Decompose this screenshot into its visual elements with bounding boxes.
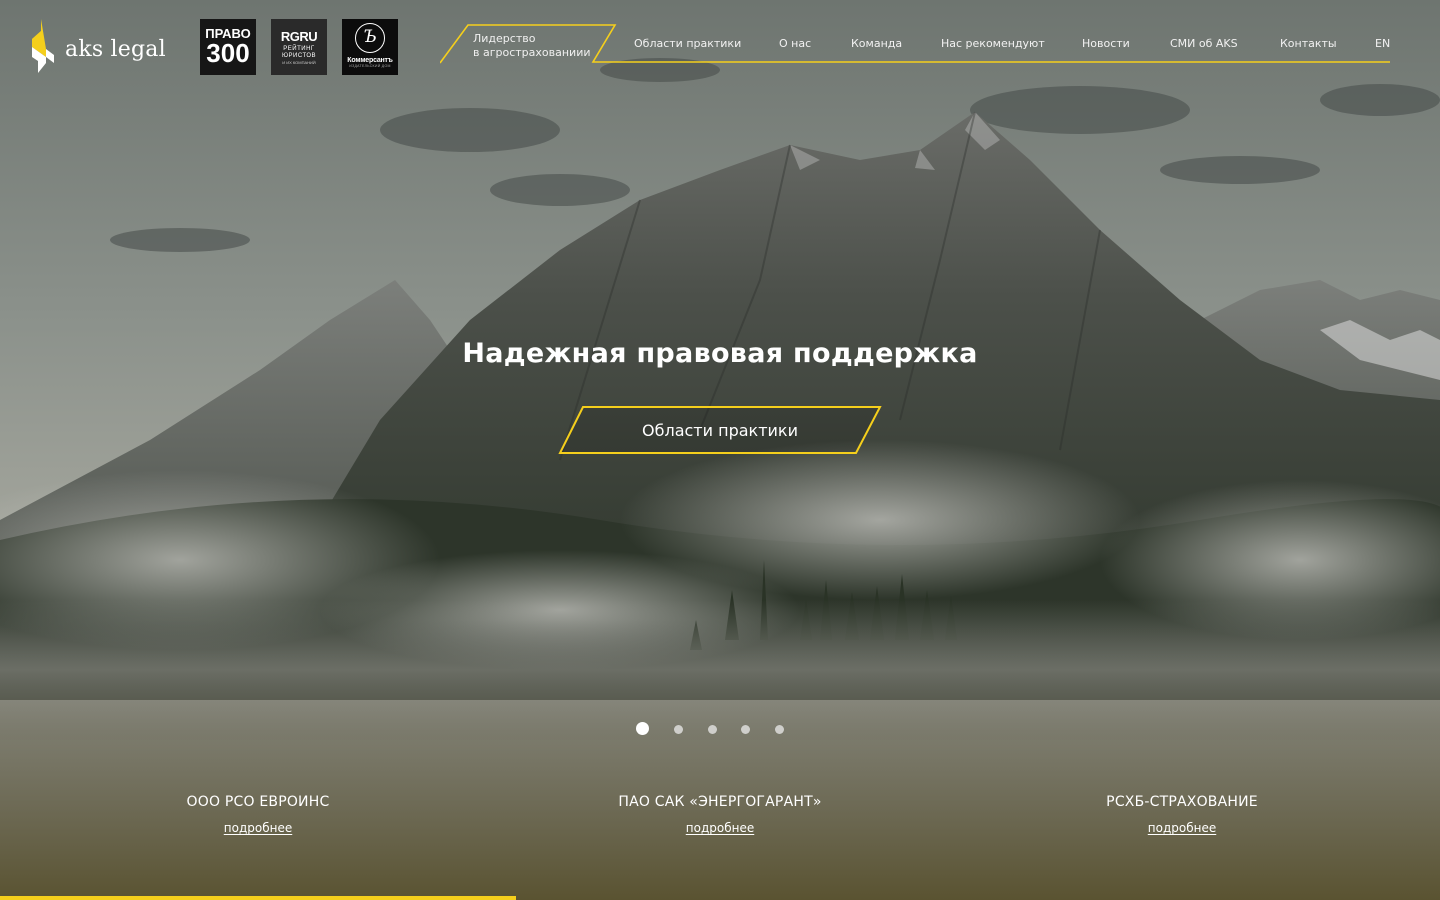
client-name: ООО РСО ЕВРОИНС <box>186 794 330 810</box>
nav-team[interactable]: Команда <box>851 37 902 50</box>
site-header: aks legal ПРАВО 300 RGRU РЕЙТИНГ ЮРИСТОВ… <box>0 0 1440 100</box>
slider-dot-5[interactable] <box>775 724 784 734</box>
kommersant-emblem-icon: Ъ <box>355 23 385 53</box>
client-more-link[interactable]: подробнее <box>686 821 754 835</box>
slider-dot-4[interactable] <box>741 724 750 734</box>
client-card-rshb: РСХБ-СТРАХОВАНИЕ подробнее <box>982 794 1382 836</box>
rgru-badge-line3: И ИХ КОМПАНИЙ <box>282 60 316 65</box>
kommersant-badge[interactable]: Ъ Коммерсантъ ИЗДАТЕЛЬСКИЙ ДОМ <box>342 19 398 75</box>
rgru-badge-line2: РЕЙТИНГ ЮРИСТОВ <box>281 46 317 59</box>
client-name: РСХБ-СТРАХОВАНИЕ <box>1106 794 1258 810</box>
slider-dot-2[interactable] <box>674 724 683 734</box>
brand-name: aks legal <box>65 36 166 62</box>
client-card-euroins: ООО РСО ЕВРОИНС подробнее <box>58 794 458 836</box>
client-card-energogarant: ПАО САК «ЭНЕРГОГАРАНТ» подробнее <box>520 794 920 836</box>
nav-news[interactable]: Новости <box>1082 37 1130 50</box>
rgru-badge-line1: RGRU <box>280 29 318 44</box>
kommersant-badge-line1: Коммерсантъ <box>347 57 393 64</box>
rgru-badge[interactable]: RGRU РЕЙТИНГ ЮРИСТОВ И ИХ КОМПАНИЙ <box>271 19 327 75</box>
language-switch-en[interactable]: EN <box>1375 37 1390 50</box>
slide-progress-bar <box>0 896 516 900</box>
hero-title: Надежная правовая поддержка <box>462 338 978 369</box>
kommersant-badge-line2: ИЗДАТЕЛЬСКИЙ ДОМ <box>349 64 391 68</box>
slider-dot-1[interactable] <box>636 722 649 735</box>
cta-label: Области практики <box>642 421 798 440</box>
aks-legal-logo[interactable]: aks legal <box>28 16 178 76</box>
nav-practice-areas[interactable]: Области практики <box>634 37 741 50</box>
aks-logo-mark-icon <box>32 19 54 73</box>
client-more-link[interactable]: подробнее <box>1148 821 1216 835</box>
slider-dot-3[interactable] <box>708 724 717 734</box>
client-more-link[interactable]: подробнее <box>224 821 292 835</box>
nav-contacts[interactable]: Контакты <box>1280 37 1337 50</box>
nav-about[interactable]: О нас <box>779 37 811 50</box>
nav-media[interactable]: СМИ об AKS <box>1170 37 1238 50</box>
leadership-link[interactable]: Лидерство в агрострахованиии <box>473 32 591 60</box>
pravo300-badge-line2: 300 <box>206 38 250 68</box>
leadership-line1: Лидерство <box>473 32 536 45</box>
nav-recommendations[interactable]: Нас рекомендуют <box>941 37 1045 50</box>
practice-areas-cta-button[interactable]: Области практики <box>558 406 882 454</box>
client-name: ПАО САК «ЭНЕРГОГАРАНТ» <box>618 794 822 810</box>
pravo300-badge[interactable]: ПРАВО 300 <box>200 19 256 75</box>
slider-pagination <box>0 722 1440 736</box>
leadership-line2: в агрострахованиии <box>473 46 591 59</box>
